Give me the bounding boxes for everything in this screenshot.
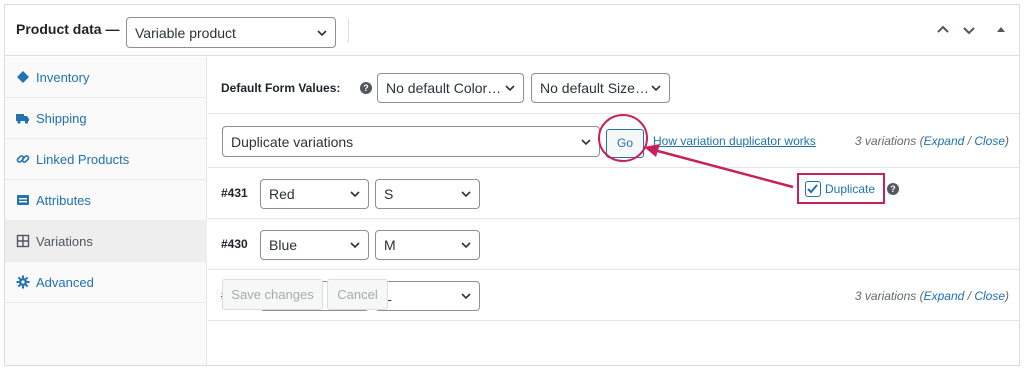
product-data-title: Product data — xyxy=(16,21,120,37)
go-button[interactable]: Go xyxy=(606,129,644,158)
default-form-values-row: Default Form Values: ? No default Color…… xyxy=(208,57,1019,114)
default-form-values-label: Default Form Values: xyxy=(221,81,341,95)
variations-count-footer: 3 variations (Expand / Close) xyxy=(855,289,1009,303)
variation-size-select[interactable]: L xyxy=(375,281,480,311)
expand-link[interactable]: Expand xyxy=(924,289,965,303)
close-link[interactable]: Close xyxy=(974,289,1005,303)
duplicate-label: Duplicate xyxy=(825,182,876,196)
variation-id: #431 xyxy=(221,186,248,200)
close-link[interactable]: Close xyxy=(974,134,1005,148)
help-icon: ? xyxy=(887,183,899,195)
tab-label: Attributes xyxy=(36,193,91,208)
default-size-select[interactable]: No default Size… xyxy=(531,73,670,103)
tab-advanced[interactable]: Advanced xyxy=(5,262,207,303)
how-duplicator-works-link[interactable]: How variation duplicator works xyxy=(653,134,816,148)
variation-row: #431 Red S xyxy=(208,168,1019,219)
variations-panel: Default Form Values: ? No default Color…… xyxy=(208,57,1019,365)
variation-id: #430 xyxy=(221,237,248,251)
truck-icon xyxy=(16,114,29,124)
help-icon: ? xyxy=(360,82,372,94)
bulk-action-value: Duplicate variations xyxy=(231,133,354,150)
tab-label: Linked Products xyxy=(36,152,130,167)
count-paren: ) xyxy=(1005,134,1009,148)
list-card-icon xyxy=(17,195,29,205)
chevron-down-icon xyxy=(505,85,515,92)
tab-linked-products[interactable]: Linked Products xyxy=(5,139,207,180)
product-data-panel: Product data — Variable product Inventor… xyxy=(4,4,1020,366)
checkmark-icon xyxy=(807,184,818,194)
default-color-select[interactable]: No default Color… xyxy=(377,73,524,103)
variation-color-value: Blue xyxy=(269,237,298,253)
tab-variations[interactable]: Variations xyxy=(5,221,207,262)
count-sep: / xyxy=(964,289,975,303)
bulk-action-select[interactable]: Duplicate variations xyxy=(222,126,600,157)
chevron-down-icon xyxy=(461,242,471,249)
variation-size-select[interactable]: M xyxy=(375,230,480,260)
count-paren: ) xyxy=(1005,289,1009,303)
chevron-down-icon xyxy=(651,85,661,92)
save-changes-button[interactable]: Save changes xyxy=(222,279,323,310)
chevron-down-icon xyxy=(581,138,591,145)
duplicate-checkbox-highlight: Duplicate xyxy=(797,173,885,204)
tab-shipping[interactable]: Shipping xyxy=(5,98,207,139)
product-type-select[interactable]: Variable product xyxy=(126,17,336,48)
variation-size-value: S xyxy=(384,186,394,202)
variations-count: 3 variations (Expand / Close) xyxy=(855,134,1009,148)
diamond-tag-icon xyxy=(17,71,29,83)
expand-link[interactable]: Expand xyxy=(924,134,965,148)
chevron-up-icon[interactable] xyxy=(935,22,951,38)
variation-color-select[interactable]: Red xyxy=(260,179,369,209)
gear-icon xyxy=(16,275,30,289)
tab-label: Inventory xyxy=(36,70,90,85)
chevron-down-icon xyxy=(461,191,471,198)
count-text: 3 variations ( xyxy=(854,134,924,148)
chevron-down-icon xyxy=(350,191,360,198)
link-icon xyxy=(16,155,30,163)
count-text: 3 variations ( xyxy=(854,289,924,303)
default-color-value: No default Color… xyxy=(386,80,502,96)
default-size-value: No default Size… xyxy=(540,80,649,96)
tab-inventory[interactable]: Inventory xyxy=(5,57,207,98)
tab-label: Advanced xyxy=(36,275,94,290)
chevron-down-icon xyxy=(350,242,360,249)
tab-label: Variations xyxy=(36,234,93,249)
duplicate-checkbox[interactable] xyxy=(805,181,821,197)
grid-icon xyxy=(16,234,30,248)
chevron-down-icon[interactable] xyxy=(961,22,977,38)
product-type-value: Variable product xyxy=(135,24,236,41)
variation-color-value: Red xyxy=(269,186,295,202)
variation-color-select[interactable]: Blue xyxy=(260,230,369,260)
product-data-header: Product data — Variable product xyxy=(5,5,1019,56)
variation-row: #430 Blue M xyxy=(208,219,1019,270)
cancel-button[interactable]: Cancel xyxy=(327,279,388,310)
chevron-down-icon xyxy=(317,29,327,36)
tab-attributes[interactable]: Attributes xyxy=(5,180,207,221)
count-sep: / xyxy=(964,134,975,148)
chevron-down-icon xyxy=(461,293,471,300)
variation-size-select[interactable]: S xyxy=(375,179,480,209)
tab-label: Shipping xyxy=(36,111,87,126)
variation-size-value: M xyxy=(384,237,396,253)
collapse-triangle-icon[interactable] xyxy=(993,22,1009,38)
header-divider xyxy=(348,19,349,42)
product-data-tabs: Inventory Shipping Linked Products Attri… xyxy=(5,57,207,365)
